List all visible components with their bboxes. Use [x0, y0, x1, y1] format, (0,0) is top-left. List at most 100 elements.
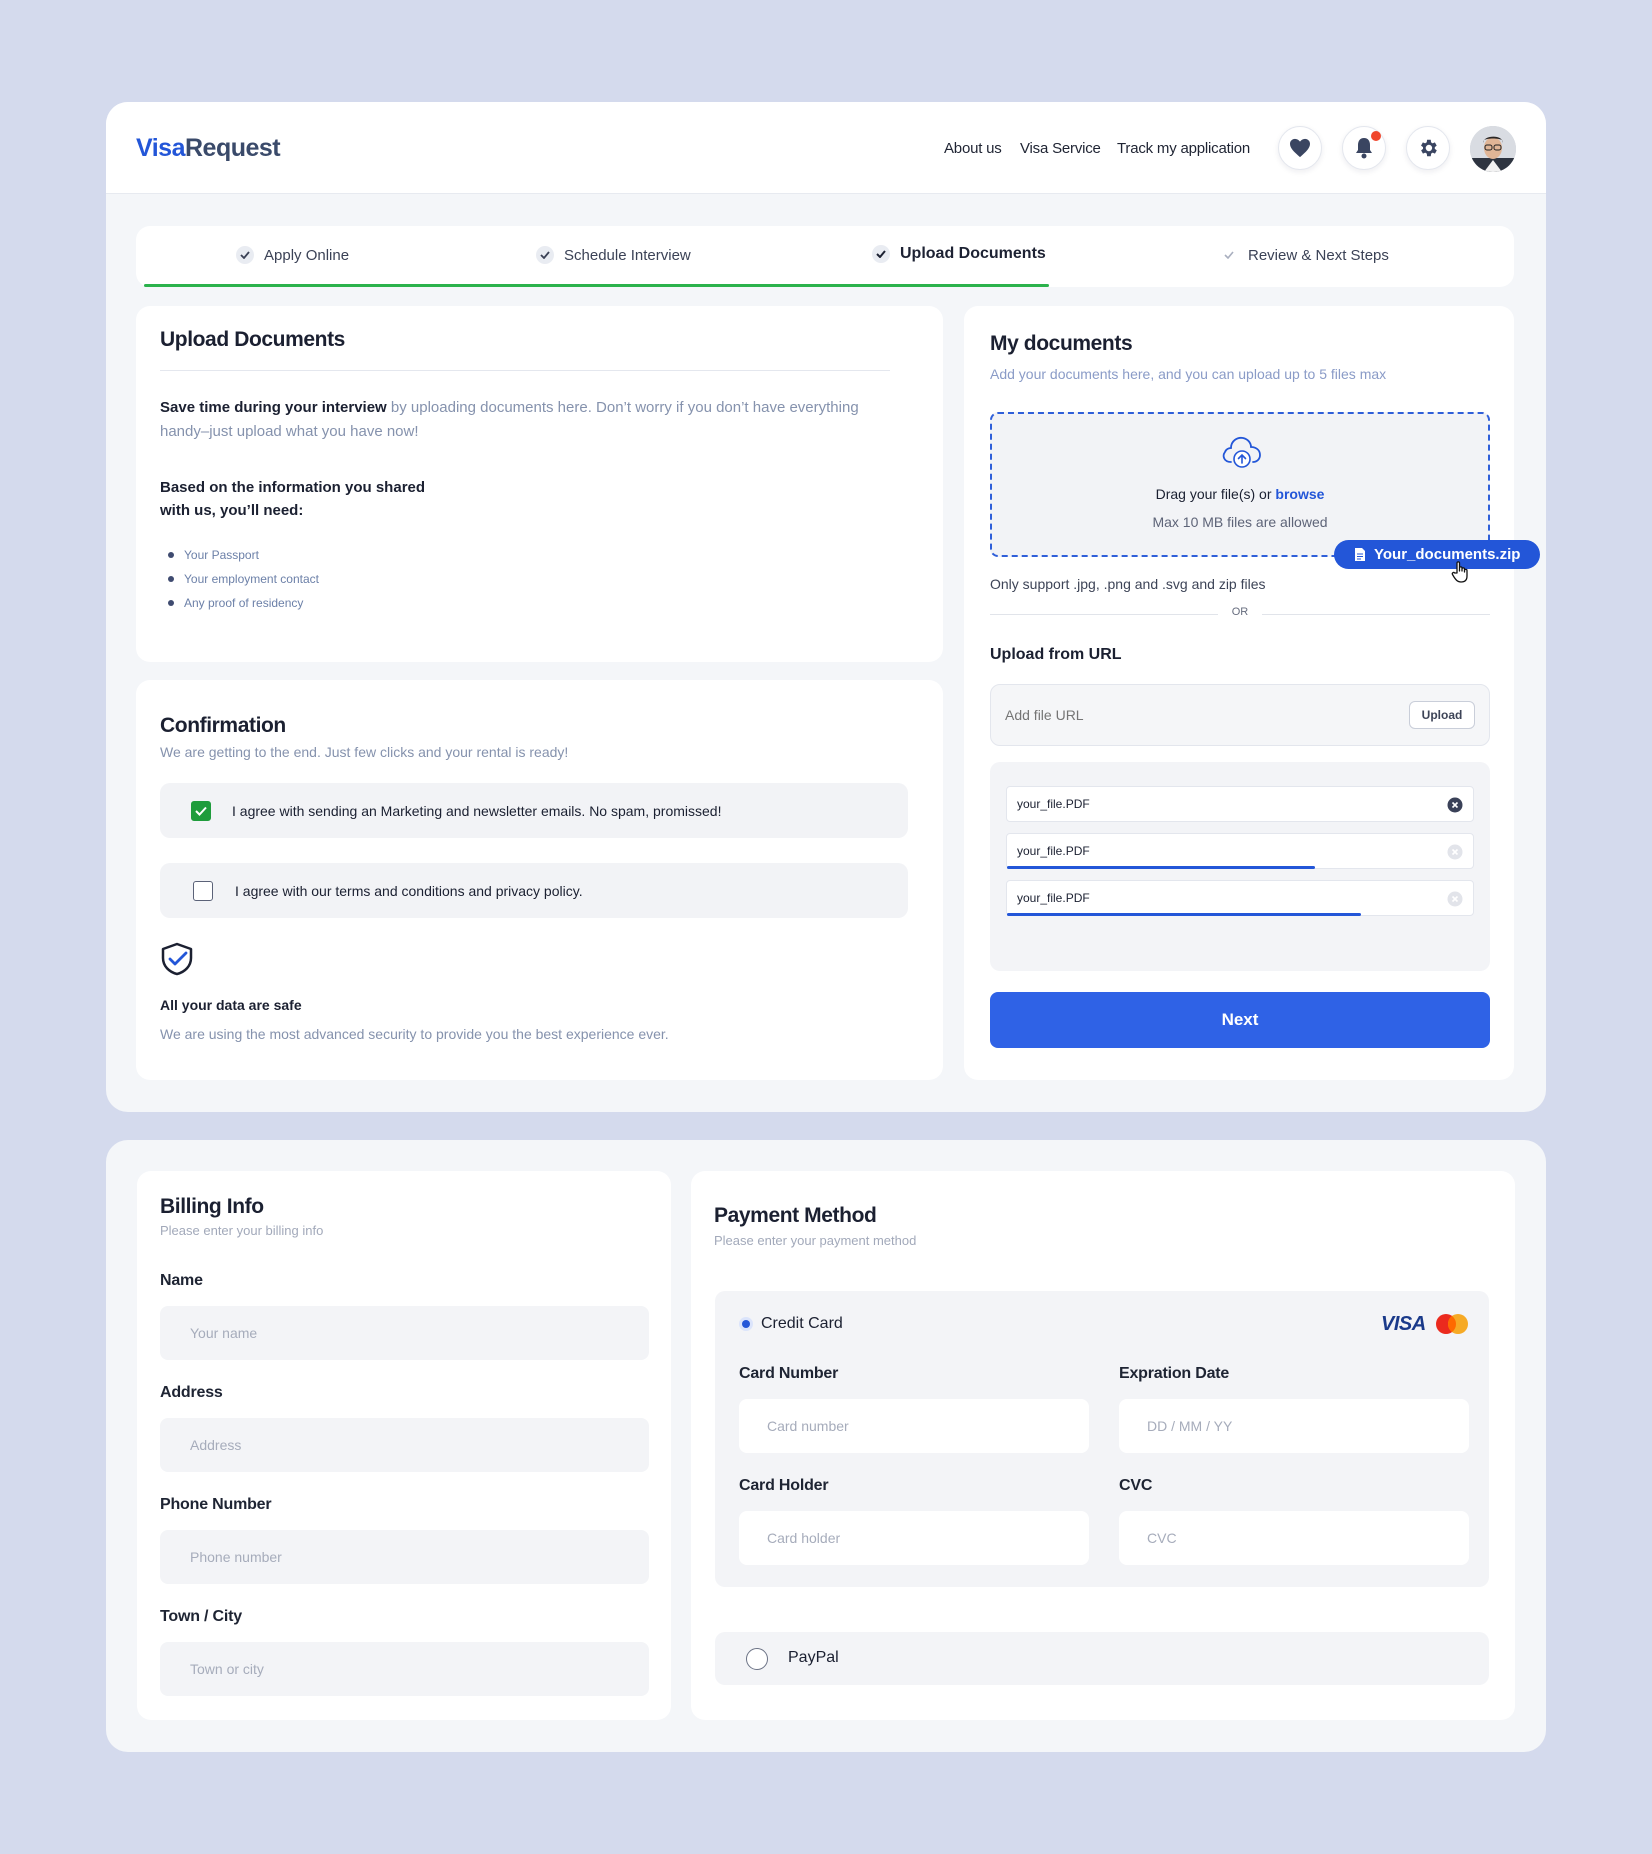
expiration-label: Expration Date: [1119, 1365, 1230, 1382]
check-icon: [872, 245, 890, 263]
billing-info-panel: Billing Info Please enter your billing i…: [137, 1171, 671, 1720]
cvc-input[interactable]: CVC: [1119, 1511, 1469, 1565]
name-label: Name: [160, 1272, 203, 1289]
credit-card-option: Credit Card VISA Card Number Card number…: [715, 1291, 1489, 1587]
confirmation-panel: Confirmation We are getting to the end. …: [136, 680, 943, 1080]
browse-link[interactable]: browse: [1275, 486, 1324, 502]
notification-dot: [1371, 131, 1381, 141]
cvc-label: CVC: [1119, 1477, 1153, 1494]
my-documents-panel: My documents Add your documents here, an…: [964, 306, 1541, 1080]
shield-check-icon: [161, 942, 193, 976]
visa-request-card: VisaRequest About us Visa Service Track …: [106, 102, 1546, 1112]
list-item: Your Passport: [168, 548, 319, 562]
billing-subtitle: Please enter your billing info: [160, 1223, 324, 1238]
list-item: Your employment contact: [168, 572, 319, 586]
upload-documents-panel: Upload Documents Save time during your i…: [136, 306, 943, 662]
cloud-upload-icon: [1222, 436, 1261, 468]
payment-title: Payment Method: [714, 1204, 877, 1227]
paypal-radio[interactable]: [746, 1648, 768, 1670]
card-number-label: Card Number: [739, 1365, 839, 1382]
paypal-option[interactable]: PayPal: [715, 1632, 1489, 1685]
confirmation-title: Confirmation: [160, 714, 286, 737]
agree-marketing-label: I agree with sending an Marketing and ne…: [232, 802, 722, 819]
step-review-next[interactable]: Review & Next Steps: [1220, 246, 1389, 264]
favorites-button[interactable]: [1278, 126, 1322, 170]
steps-bar: Apply Online Schedule Interview Upload D…: [136, 226, 1514, 287]
file-dropzone[interactable]: Drag your file(s) or browse Max 10 MB fi…: [990, 412, 1490, 557]
credit-card-radio[interactable]: [739, 1317, 753, 1331]
paypal-label: PayPal: [788, 1649, 839, 1666]
logo[interactable]: VisaRequest: [136, 134, 281, 163]
file-row: your_file.PDF: [1006, 833, 1474, 869]
check-icon: [1220, 246, 1238, 264]
agree-terms-label: I agree with our terms and conditions an…: [235, 882, 583, 899]
remove-file-icon[interactable]: [1447, 891, 1463, 910]
step-schedule-interview[interactable]: Schedule Interview: [536, 246, 691, 264]
expiration-input[interactable]: DD / MM / YY: [1119, 1399, 1469, 1453]
credit-card-label: Credit Card: [761, 1315, 843, 1332]
check-icon: [536, 246, 554, 264]
safe-text: We are using the most advanced security …: [160, 1026, 669, 1042]
settings-button[interactable]: [1406, 126, 1450, 170]
file-icon: [1355, 548, 1365, 561]
check-icon: [236, 246, 254, 264]
needs-list: Your Passport Your employment contact An…: [168, 548, 319, 620]
billing-title: Billing Info: [160, 1195, 264, 1218]
mastercard-icon: [1436, 1314, 1468, 1334]
address-input[interactable]: Address: [160, 1418, 649, 1472]
agree-terms-checkbox[interactable]: [193, 880, 213, 901]
support-text: Only support .jpg, .png and .svg and zip…: [990, 576, 1266, 592]
name-input[interactable]: Your name: [160, 1306, 649, 1360]
steps-progress-bar: [144, 284, 1049, 287]
phone-label: Phone Number: [160, 1496, 272, 1513]
file-row: your_file.PDF: [1006, 786, 1474, 822]
agree-marketing-checkbox[interactable]: [191, 800, 211, 821]
divider: [160, 370, 890, 371]
gear-icon: [1421, 139, 1437, 157]
bell-icon: [1356, 138, 1372, 159]
max-size-text: Max 10 MB files are allowed: [1152, 514, 1328, 530]
agree-marketing-row[interactable]: I agree with sending an Marketing and ne…: [160, 783, 908, 838]
hand-cursor-icon: [1451, 561, 1468, 583]
visa-logo: VISA: [1381, 1313, 1426, 1335]
remove-file-icon[interactable]: [1447, 844, 1463, 863]
step-apply-online[interactable]: Apply Online: [236, 246, 349, 264]
upload-progress-bar: [1007, 866, 1315, 869]
or-divider: OR: [990, 606, 1490, 622]
confirmation-subtitle: We are getting to the end. Just few clic…: [160, 744, 569, 760]
billing-payment-card: Billing Info Please enter your billing i…: [106, 1140, 1546, 1752]
nav-track-application[interactable]: Track my application: [1117, 140, 1250, 157]
dragged-file-pill[interactable]: Your_documents.zip: [1334, 540, 1541, 569]
nav-visa-service[interactable]: Visa Service: [1020, 140, 1101, 157]
town-input[interactable]: Town or city: [160, 1642, 649, 1696]
top-header: VisaRequest About us Visa Service Track …: [106, 102, 1546, 194]
step-upload-documents[interactable]: Upload Documents: [872, 245, 1046, 263]
url-title: Upload from URL: [990, 646, 1122, 663]
upload-progress-bar: [1007, 913, 1362, 916]
user-avatar[interactable]: [1470, 126, 1516, 172]
town-label: Town / City: [160, 1608, 242, 1625]
agree-terms-row[interactable]: I agree with our terms and conditions an…: [160, 863, 908, 918]
payment-method-panel: Payment Method Please enter your payment…: [691, 1171, 1515, 1720]
card-holder-input[interactable]: Card holder: [739, 1511, 1089, 1565]
file-url-input[interactable]: [1005, 703, 1385, 727]
needs-title: Based on the information you shared with…: [160, 479, 426, 519]
next-button[interactable]: Next: [990, 992, 1490, 1048]
heart-icon: [1290, 138, 1310, 158]
drag-text: Drag your file(s) or browse: [1155, 486, 1325, 502]
address-label: Address: [160, 1384, 223, 1401]
remove-file-icon[interactable]: [1447, 797, 1463, 816]
card-number-input[interactable]: Card number: [739, 1399, 1089, 1453]
avatar-image: [1470, 126, 1516, 172]
phone-input[interactable]: Phone number: [160, 1530, 649, 1584]
upload-url-button[interactable]: Upload: [1409, 701, 1475, 729]
url-input-box: Upload: [990, 684, 1490, 746]
list-item: Any proof of residency: [168, 596, 319, 610]
uploaded-files-list: your_file.PDF your_file.PDF your_file.PD…: [990, 762, 1490, 971]
panel-title: Upload Documents: [160, 328, 345, 351]
nav-about-us[interactable]: About us: [944, 140, 1002, 157]
safe-title: All your data are safe: [160, 997, 302, 1013]
check-icon: [195, 806, 207, 816]
notifications-button[interactable]: [1342, 126, 1386, 170]
file-row: your_file.PDF: [1006, 880, 1474, 916]
